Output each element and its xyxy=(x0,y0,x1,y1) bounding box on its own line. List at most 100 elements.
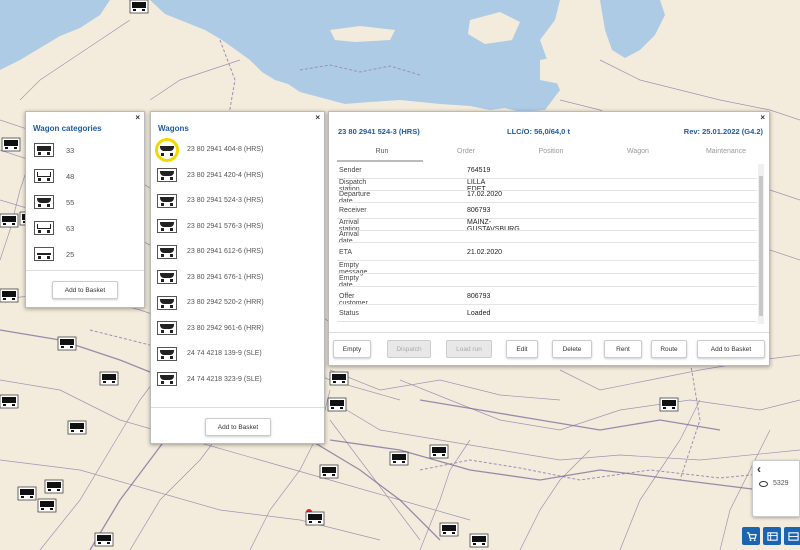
grid-view-button[interactable] xyxy=(784,527,800,545)
rent-button[interactable]: Rent xyxy=(604,340,642,358)
cart-icon xyxy=(746,531,757,541)
tab-maintenance[interactable]: Maintenance xyxy=(701,148,751,155)
wagons-panel: × Wagons 23 80 2941 404-8 (HRS) 23 80 294… xyxy=(150,111,325,444)
category-item[interactable]: 25 xyxy=(26,241,144,267)
wagon-list-item[interactable]: 24 74 4218 323-9 (SLE) xyxy=(151,367,324,393)
field-value: 806793 xyxy=(467,207,491,214)
close-icon[interactable]: × xyxy=(135,114,140,122)
empty-button[interactable]: Empty xyxy=(333,340,371,358)
load-run-button[interactable]: Load run xyxy=(446,340,492,358)
add-to-basket-button[interactable]: Add to Basket xyxy=(697,340,765,358)
wagon-list-item[interactable]: 23 80 2941 404-8 (HRS) xyxy=(151,137,324,163)
wagon-marker-icon[interactable] xyxy=(99,371,119,386)
category-item[interactable]: 33 xyxy=(26,137,144,163)
divider xyxy=(151,407,324,408)
wagon-marker-icon[interactable] xyxy=(57,336,77,351)
wagon-marker-icon[interactable] xyxy=(389,451,409,466)
covered-wagon-icon xyxy=(34,143,54,157)
field-value: 806793 xyxy=(467,293,491,300)
wagon-number: 23 80 2941 524-3 (HRS) xyxy=(187,197,264,205)
wagon-marker-icon[interactable] xyxy=(319,464,339,479)
wagon-marker-icon[interactable] xyxy=(1,137,21,152)
gondola-wagon-icon xyxy=(34,221,54,235)
wagon-list-item[interactable]: 23 80 2941 524-3 (HRS) xyxy=(151,188,324,214)
wagon-list-item[interactable]: 23 80 2941 612-6 (HRS) xyxy=(151,239,324,265)
panel-title: Wagons xyxy=(158,124,189,133)
wagon-list-item[interactable]: 23 80 2941 420-4 (HRS) xyxy=(151,163,324,189)
wagon-marker-icon[interactable] xyxy=(0,213,19,228)
field-divider xyxy=(337,242,757,243)
field-divider xyxy=(337,230,757,231)
tab-wagon[interactable]: Wagon xyxy=(623,148,653,155)
wagon-marker-icon[interactable] xyxy=(327,397,347,412)
hopper-wagon-icon xyxy=(157,346,177,361)
field-divider xyxy=(337,286,757,287)
wagon-marker-icon[interactable] xyxy=(659,397,679,412)
revision-info: Rev: 25.01.2022 (G4.2) xyxy=(683,127,763,136)
dispatch-button[interactable]: Dispatch xyxy=(387,340,431,358)
wagon-marker-icon[interactable] xyxy=(469,533,489,548)
category-item[interactable]: 48 xyxy=(26,163,144,189)
panel-title: Wagon categories xyxy=(33,124,102,133)
wagon-number: 23 80 2941 676-1 (HRS) xyxy=(187,273,264,281)
wagon-list-item[interactable]: 23 80 2941 676-1 (HRS) xyxy=(151,265,324,291)
wagon-marker-icon[interactable] xyxy=(329,371,349,386)
wagon-number: 23 80 2942 961-6 (HRR) xyxy=(187,324,264,332)
category-item[interactable]: 63 xyxy=(26,215,144,241)
hopper-wagon-icon xyxy=(34,195,54,209)
scrollbar-thumb[interactable] xyxy=(759,176,763,316)
category-count: 55 xyxy=(66,197,75,207)
close-icon[interactable]: × xyxy=(760,114,765,122)
wagon-list-item[interactable]: 23 80 2942 520-2 (HRR) xyxy=(151,290,324,316)
wagon-list-item[interactable]: 23 80 2941 576-3 (HRS) xyxy=(151,214,324,240)
wagon-marker-icon[interactable] xyxy=(37,498,57,513)
scrollbar[interactable] xyxy=(758,164,764,324)
llc-info: LLC/O: 56,0/64,0 t xyxy=(507,127,570,136)
field-label: Sender xyxy=(339,167,362,174)
wagon-marker-icon[interactable] xyxy=(94,532,114,547)
tab-position[interactable]: Position xyxy=(533,148,569,155)
field-divider xyxy=(337,273,757,274)
hopper-wagon-icon xyxy=(157,219,177,234)
field-divider xyxy=(337,304,757,305)
tab-order[interactable]: Order xyxy=(451,148,481,155)
grid-icon xyxy=(787,531,799,541)
hopper-wagon-icon xyxy=(157,244,177,259)
wagon-marker-icon[interactable] xyxy=(439,522,459,537)
list-icon xyxy=(766,531,778,541)
wagon-marker-icon[interactable] xyxy=(0,394,19,409)
close-icon[interactable]: × xyxy=(315,114,320,122)
side-panel-toggle[interactable]: ‹ 5329 xyxy=(752,460,800,517)
wagon-detail-panel: × 23 80 2941 524-3 (HRS) LLC/O: 56,0/64,… xyxy=(328,111,770,366)
field-label: ETA xyxy=(339,249,353,256)
wagon-marker-icon[interactable] xyxy=(129,0,149,14)
add-to-basket-button[interactable]: Add to Basket xyxy=(52,281,118,299)
list-view-button[interactable] xyxy=(763,527,781,545)
delete-button[interactable]: Delete xyxy=(552,340,592,358)
route-button[interactable]: Route xyxy=(651,340,687,358)
field-divider xyxy=(337,260,757,261)
hopper-wagon-icon xyxy=(157,295,177,310)
wagon-list-item[interactable]: 23 80 2942 961-6 (HRR) xyxy=(151,316,324,342)
field-divider xyxy=(337,321,757,322)
wagon-marker-icon[interactable] xyxy=(305,511,325,526)
wagon-marker-icon[interactable] xyxy=(0,288,19,303)
wagon-number: 24 74 4218 139-9 (SLE) xyxy=(187,350,262,358)
field-value: 21.02.2020 xyxy=(467,249,503,256)
category-item[interactable]: 55 xyxy=(26,189,144,215)
basket-button[interactable] xyxy=(742,527,760,545)
eye-icon xyxy=(759,481,768,487)
hopper-wagon-icon xyxy=(157,270,177,285)
wagon-marker-icon[interactable] xyxy=(44,479,64,494)
wagon-marker-icon[interactable] xyxy=(67,420,87,435)
wagon-marker-icon[interactable] xyxy=(17,486,37,501)
edit-button[interactable]: Edit xyxy=(506,340,538,358)
wagon-list-item[interactable]: 24 74 4218 139-9 (SLE) xyxy=(151,341,324,367)
wagon-marker-icon[interactable] xyxy=(429,444,449,459)
field-divider xyxy=(337,202,757,203)
tab-run[interactable]: Run xyxy=(369,148,395,155)
hopper-wagon-icon xyxy=(157,193,177,208)
add-to-basket-button[interactable]: Add to Basket xyxy=(205,418,271,436)
chevron-left-icon[interactable]: ‹ xyxy=(757,462,761,476)
wagon-number: 23 80 2941 576-3 (HRS) xyxy=(187,222,264,230)
